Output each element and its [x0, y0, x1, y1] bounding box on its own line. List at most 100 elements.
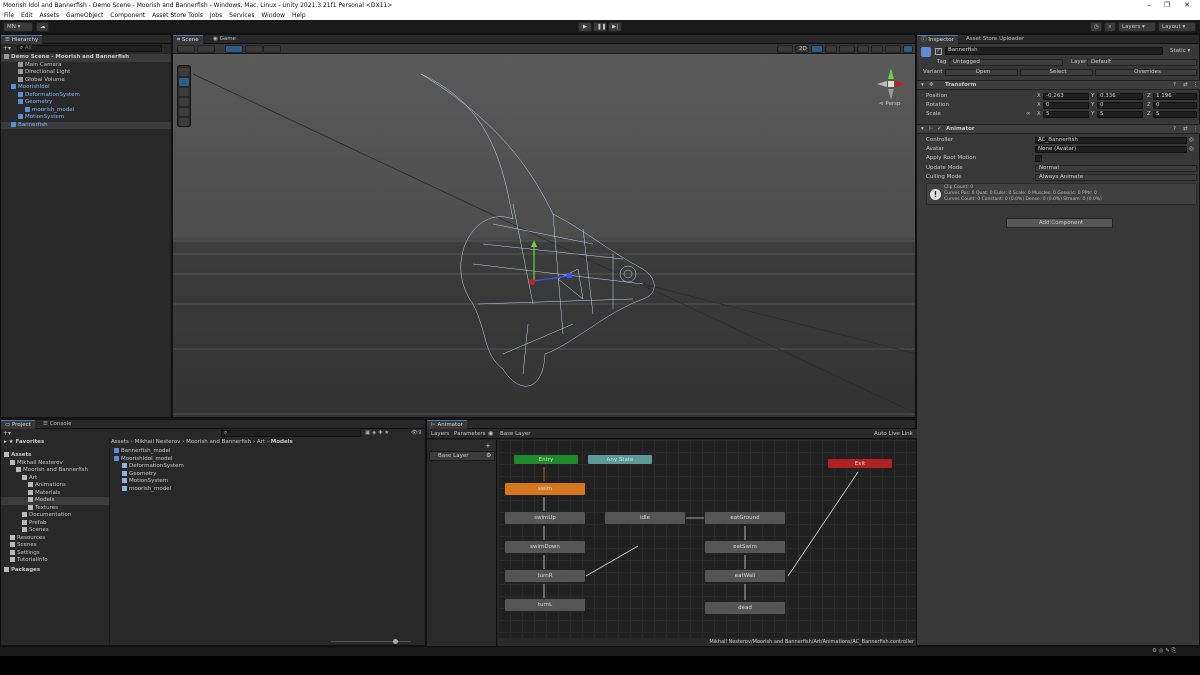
hierarchy-item[interactable]: MoorishIdol: [1, 84, 171, 92]
asset-item[interactable]: MotionSystem: [111, 478, 168, 486]
tab-game[interactable]: ◉ Game: [209, 35, 240, 44]
menu-help[interactable]: Help: [292, 11, 306, 20]
dead-state[interactable]: dead: [704, 601, 786, 615]
tab-console[interactable]: ☰ Console: [39, 420, 76, 429]
cloud-icon[interactable]: ☁: [36, 22, 49, 32]
help-icon[interactable]: ?: [1173, 82, 1176, 88]
tab-scene[interactable]: ⌗ Scene: [173, 35, 203, 44]
play-icon[interactable]: ▶: [578, 22, 592, 32]
idle-state[interactable]: idle: [604, 511, 686, 525]
project-folder[interactable]: Scenes: [1, 542, 109, 550]
animator-breadcrumb[interactable]: Base Layer: [500, 431, 530, 437]
project-folder[interactable]: Mikhail Nesterov: [1, 459, 109, 468]
scale-y-field[interactable]: 5: [1097, 111, 1143, 118]
swim-state[interactable]: swim: [504, 482, 586, 496]
layers-tab[interactable]: Layers: [431, 431, 449, 437]
root-motion-checkbox[interactable]: [1035, 155, 1042, 162]
hierarchy-item[interactable]: Demo Scene - Moorish and Bannerfish: [1, 54, 171, 62]
crumb-assets[interactable]: Assets: [111, 439, 129, 445]
menu-services[interactable]: Services: [229, 11, 254, 20]
gizmo-z-handle[interactable]: [567, 273, 572, 278]
persp-label[interactable]: ⋖ Persp: [879, 101, 900, 107]
zoom-slider-thumb[interactable]: [393, 639, 398, 644]
eatground-state[interactable]: eatGround: [704, 511, 786, 525]
transform-tool-icon[interactable]: [179, 118, 189, 126]
hidden-objects-icon[interactable]: [857, 45, 869, 53]
select-button[interactable]: Select: [1020, 69, 1093, 76]
lighting-icon[interactable]: [811, 45, 823, 53]
snap-icon[interactable]: [245, 45, 263, 53]
project-folder[interactable]: Models: [1, 497, 109, 505]
add-layer-icon[interactable]: +: [485, 442, 491, 450]
object-picker-icon[interactable]: ◎: [1189, 137, 1194, 143]
tab-hierarchy[interactable]: ☰ Hierarchy: [1, 35, 43, 44]
tab-project[interactable]: ▭ Project: [1, 420, 35, 429]
hierarchy-item[interactable]: Bannerfish: [1, 121, 171, 129]
kebab-icon[interactable]: ⋮: [1193, 126, 1199, 132]
close-icon[interactable]: ✕: [1178, 0, 1196, 11]
rotation-z-field[interactable]: 0: [1153, 102, 1197, 109]
filter-icons[interactable]: ▣ ◈ ✚ ★: [365, 430, 389, 436]
enabled-checkbox[interactable]: ✓: [937, 126, 942, 132]
hierarchy-item[interactable]: Main Camera: [1, 61, 171, 70]
controller-field[interactable]: AC_Bannerfish: [1035, 137, 1187, 144]
project-folder[interactable]: Art: [1, 474, 109, 483]
add-icon[interactable]: +▾: [3, 45, 13, 52]
tag-dropdown[interactable]: Untagged: [949, 59, 1063, 66]
zoom-slider[interactable]: [331, 641, 411, 642]
hierarchy-item[interactable]: Global Volume: [1, 76, 171, 85]
status-icons[interactable]: ⚙ ◎ ✎ ⎘: [1152, 648, 1176, 655]
scale-x-field[interactable]: 5: [1043, 111, 1089, 118]
project-folder[interactable]: Settings: [1, 549, 109, 558]
project-folder[interactable]: Textures: [1, 504, 109, 513]
step-icon[interactable]: ▶|: [608, 22, 622, 32]
foldout-icon[interactable]: ▾: [921, 126, 924, 132]
crumb-moorish[interactable]: Moorish and Bannerfish: [186, 439, 251, 445]
pivot-icon[interactable]: [197, 45, 215, 53]
tab-asset-store-uploader[interactable]: Asset Store Uploader: [962, 35, 1028, 44]
project-folder[interactable]: TutorialInfo: [1, 557, 109, 565]
asset-item[interactable]: moorish_model: [111, 485, 171, 494]
tab-animator[interactable]: ⊢ Animator: [427, 420, 467, 429]
object-picker-icon[interactable]: ◎: [1189, 146, 1194, 152]
add-icon[interactable]: +▾: [3, 430, 11, 437]
preset-icon[interactable]: ⇄: [1183, 82, 1188, 88]
preset-icon[interactable]: ⇄: [1183, 126, 1188, 132]
project-search-input[interactable]: ⌕: [221, 430, 361, 437]
parameters-tab[interactable]: Parameters: [454, 431, 485, 437]
update-mode-dropdown[interactable]: Normal: [1035, 165, 1197, 172]
hand-tool-icon[interactable]: [179, 68, 189, 76]
overrides-dropdown[interactable]: Overrides: [1095, 69, 1197, 76]
project-folder[interactable]: Animations: [1, 482, 109, 490]
menu-gameobject[interactable]: GameObject: [66, 11, 103, 20]
any-state-node[interactable]: Any State: [587, 454, 653, 465]
asset-item[interactable]: Bannerfish_model: [111, 448, 170, 456]
position-x-field[interactable]: -0.263: [1043, 93, 1089, 100]
favorites-header[interactable]: ▸ ★ Favorites: [1, 438, 109, 446]
project-folder[interactable]: Materials: [1, 489, 109, 498]
hierarchy-item[interactable]: DeformationSystem: [1, 91, 171, 100]
gear-icon[interactable]: ⚙: [486, 452, 491, 459]
gizmo-z-axis[interactable]: [533, 275, 570, 282]
layout-dropdown[interactable]: Layout ▾: [1158, 22, 1196, 32]
rotate-tool-icon[interactable]: [179, 88, 189, 96]
maximize-icon[interactable]: ❐: [1158, 0, 1176, 11]
base-layer-item[interactable]: Base Layer ⚙: [429, 451, 495, 461]
history-icon[interactable]: ◷: [1090, 22, 1102, 32]
crumb-mikhail[interactable]: Mikhail Nesterov: [135, 439, 181, 445]
tab-inspector[interactable]: ⓘ Inspector: [917, 35, 958, 44]
hidden-count[interactable]: 👁9: [411, 430, 421, 436]
splitter[interactable]: [109, 438, 110, 646]
gizmo-x-handle[interactable]: [529, 279, 535, 285]
avatar-field[interactable]: None (Avatar): [1035, 146, 1187, 153]
search-icon[interactable]: ⌕: [1104, 22, 1116, 32]
asset-item[interactable]: Geometry: [111, 470, 156, 479]
crumb-art[interactable]: Art: [257, 439, 265, 445]
hierarchy-item[interactable]: MotionSystem: [1, 114, 171, 122]
orientation-gizmo[interactable]: [873, 65, 909, 103]
project-folder[interactable]: Packages: [1, 566, 109, 575]
active-checkbox[interactable]: ✓: [935, 48, 942, 55]
animator-header[interactable]: ▾ ⊢ ✓ Animator ? ⇄ ⋮: [917, 124, 1200, 134]
menu-component[interactable]: Component: [110, 11, 145, 20]
rotation-y-field[interactable]: 0: [1097, 102, 1143, 109]
